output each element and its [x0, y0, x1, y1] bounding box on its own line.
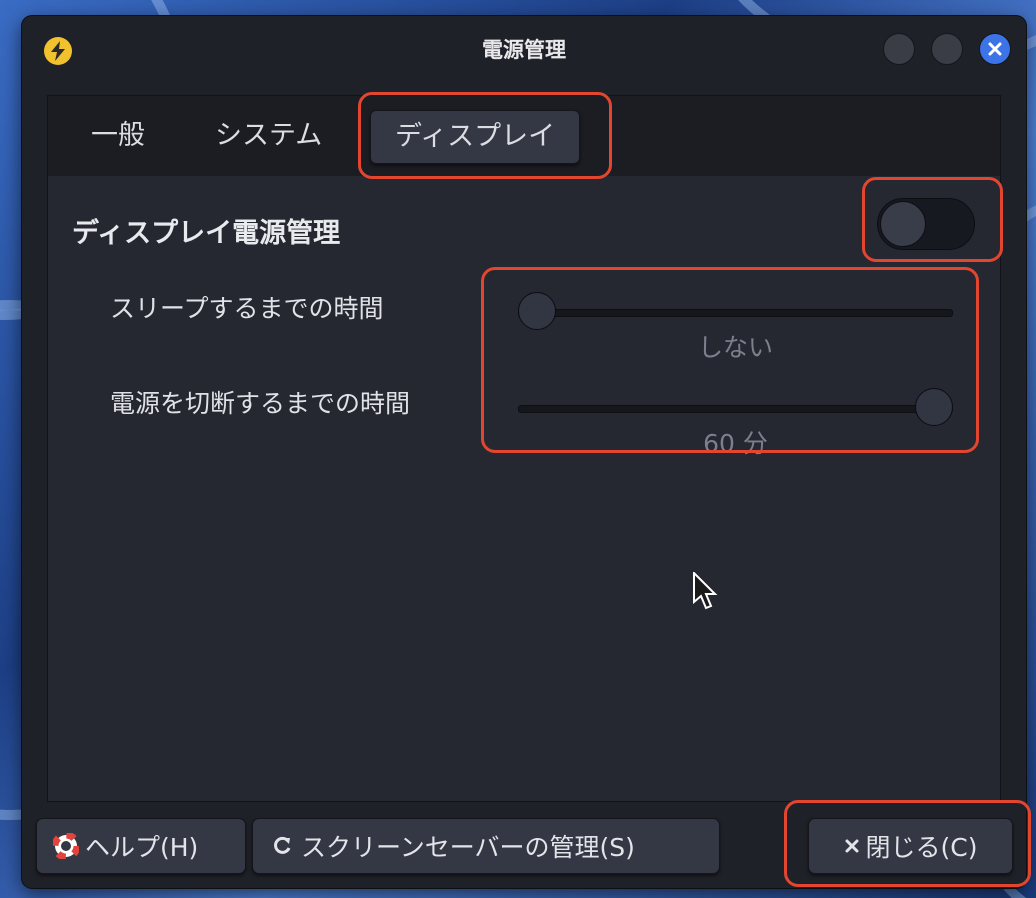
screensaver-settings-button[interactable]: スクリーンセーバーの管理(S) [252, 818, 720, 874]
tab-general[interactable]: 一般 [87, 110, 149, 162]
screensaver-button-label: スクリーンセーバーの管理(S) [301, 833, 635, 862]
display-power-management-label: ディスプレイ電源管理 [72, 218, 341, 249]
lifebuoy-icon [53, 833, 79, 859]
help-button[interactable]: ヘルプ(H) [36, 818, 246, 874]
sleep-time-label: スリープするまでの時間 [110, 294, 384, 323]
annotation-highlight [358, 92, 612, 179]
help-button-label: ヘルプ(H) [85, 833, 199, 862]
refresh-icon [269, 833, 295, 859]
titlebar: 電源管理 [22, 16, 1026, 80]
annotation-highlight [481, 267, 979, 453]
annotation-highlight [784, 800, 1031, 887]
annotation-highlight [862, 177, 1003, 262]
close-window-button[interactable] [979, 33, 1011, 65]
tab-system[interactable]: システム [211, 110, 326, 162]
minimize-button[interactable] [883, 33, 915, 65]
window-title: 電源管理 [482, 38, 566, 62]
power-off-time-label: 電源を切断するまでの時間 [110, 389, 411, 418]
maximize-button[interactable] [931, 33, 963, 65]
mouse-pointer-icon [693, 570, 719, 616]
close-icon [988, 42, 1002, 56]
